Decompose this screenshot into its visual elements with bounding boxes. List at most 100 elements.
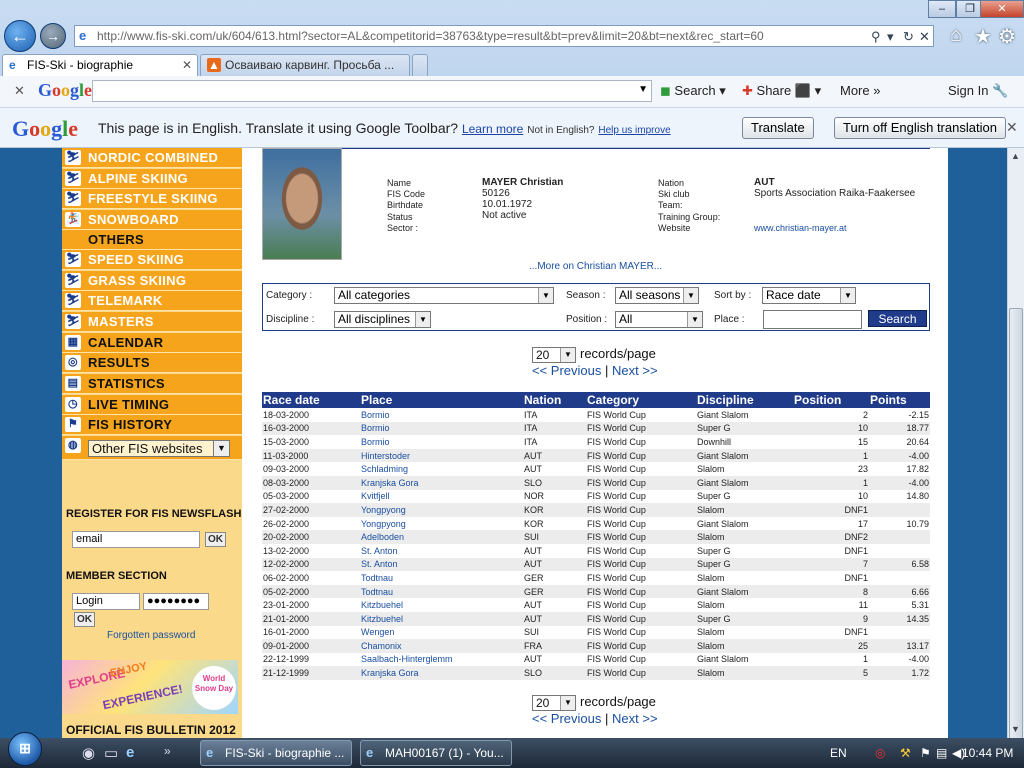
google-search-button[interactable]: ◼ Search ▾ — [660, 83, 726, 99]
menu-calendar[interactable]: ▦ CALENDAR — [62, 333, 242, 353]
dropdown-icon[interactable]: ▾ — [887, 29, 894, 45]
chevron-icon[interactable]: » — [164, 744, 171, 758]
turn-off-translation-button[interactable]: Turn off English translation — [834, 117, 1006, 139]
cell-place[interactable]: Bormio — [360, 435, 523, 449]
task-fis-ski[interactable]: e FIS-Ski - biographie ... — [200, 740, 352, 766]
col-category[interactable]: Category — [586, 392, 696, 408]
menu-freestyle-skiing[interactable]: ⛷ FREESTYLE SKIING — [62, 189, 242, 209]
clock[interactable]: 10:44 PM — [962, 746, 1013, 760]
menu-masters[interactable]: ⛷ MASTERS — [62, 312, 242, 332]
other-fis-websites-select[interactable]: Other FIS websites ▼ — [88, 440, 230, 457]
position-select[interactable]: All ▼ — [615, 311, 703, 328]
cell-place[interactable]: Adelboden — [360, 530, 523, 544]
forward-button[interactable]: → — [40, 23, 66, 49]
cell-place[interactable]: Chamonix — [360, 639, 523, 653]
ie-icon[interactable]: e — [126, 744, 134, 761]
scroll-down-icon[interactable]: ▼ — [1011, 724, 1020, 734]
menu-grass-skiing[interactable]: ⛷ GRASS SKIING — [62, 271, 242, 291]
translate-button[interactable]: Translate — [742, 117, 814, 139]
category-select[interactable]: All categories ▼ — [334, 287, 554, 304]
records-per-page-select[interactable]: 20 ▼ — [532, 694, 576, 711]
cell-place[interactable]: St. Anton — [360, 544, 523, 558]
flag-icon[interactable]: ⚑ — [920, 746, 931, 760]
newsflash-ok-button[interactable]: OK — [205, 532, 226, 547]
cell-place[interactable]: Saalbach-Hinterglemm — [360, 653, 523, 667]
close-tab-icon[interactable]: ✕ — [182, 58, 192, 72]
col-discipline[interactable]: Discipline — [696, 392, 793, 408]
login-ok-button[interactable]: OK — [74, 612, 95, 627]
tools-icon[interactable]: ⚒ — [900, 746, 911, 760]
season-select[interactable]: All seasons ▼ — [615, 287, 699, 304]
cell-place[interactable]: Hinterstoder — [360, 448, 523, 463]
close-toolbar-icon[interactable]: ✕ — [14, 83, 25, 99]
cell-place[interactable]: Bormio — [360, 421, 523, 436]
col-position[interactable]: Position — [793, 392, 869, 408]
menu-nordic-combined[interactable]: ⛷ NORDIC COMBINED — [62, 148, 242, 168]
password-field[interactable]: ●●●●●●●● — [143, 593, 209, 610]
menu-telemark[interactable]: ⛷ TELEMARK — [62, 291, 242, 311]
menu-snowboard[interactable]: 🏂 SNOWBOARD — [62, 210, 242, 230]
refresh-icon[interactable]: ↻ — [903, 29, 914, 45]
chevron-down-icon[interactable]: ▼ — [638, 84, 648, 95]
cell-place[interactable]: Bormio — [360, 408, 523, 422]
athlete-website-link[interactable]: www.christian-mayer.at — [754, 223, 847, 233]
sortby-select[interactable]: Race date ▼ — [762, 287, 856, 304]
search-button[interactable]: Search — [868, 310, 927, 327]
menu-alpine-skiing[interactable]: ⛷ ALPINE SKIING — [62, 169, 242, 189]
menu-fis-history[interactable]: ⚑ FIS HISTORY — [62, 415, 242, 435]
login-field[interactable]: Login — [72, 593, 140, 610]
language-indicator[interactable]: EN — [830, 746, 847, 760]
menu-others[interactable]: OTHERS — [62, 230, 242, 250]
address-bar[interactable]: e http://www.fis-ski.com/uk/604/613.html… — [74, 25, 934, 47]
col-place[interactable]: Place — [360, 392, 523, 408]
discipline-select[interactable]: All disciplines ▼ — [334, 311, 431, 328]
scroll-up-icon[interactable]: ▲ — [1011, 151, 1020, 161]
menu-statistics[interactable]: ▤ STATISTICS — [62, 374, 242, 394]
email-field[interactable]: email — [72, 531, 200, 548]
google-search-input[interactable]: ▼ — [92, 80, 652, 102]
learn-more-link[interactable]: Learn more — [462, 122, 523, 136]
next-link[interactable]: Next >> — [612, 711, 658, 726]
cell-place[interactable]: Kitzbuehel — [360, 598, 523, 612]
cell-place[interactable]: Kvitfjell — [360, 490, 523, 504]
col-nation[interactable]: Nation — [523, 392, 586, 408]
back-button[interactable]: ← — [4, 20, 36, 52]
next-link[interactable]: Next >> — [612, 363, 658, 378]
opera-icon[interactable]: ◎ — [875, 746, 885, 760]
task-youtube[interactable]: e MAH00167 (1) - You... — [360, 740, 512, 766]
new-tab-button[interactable] — [412, 54, 428, 76]
forgotten-password-link[interactable]: Forgotten password — [107, 630, 195, 641]
favorites-star-icon[interactable]: ★ — [974, 24, 992, 49]
more-on-athlete-link[interactable]: ...More on Christian MAYER... — [529, 261, 662, 272]
cell-place[interactable]: Kranjska Gora — [360, 475, 523, 490]
tab-carving[interactable]: ▲ Осваиваю карвинг. Просьба ... — [200, 54, 410, 76]
previous-link[interactable]: << Previous — [532, 711, 601, 726]
menu-live-timing[interactable]: ◷ LIVE TIMING — [62, 395, 242, 415]
cell-place[interactable]: Todtnau — [360, 584, 523, 599]
fis-bulletin-title[interactable]: OFFICIAL FIS BULLETIN 2012 — [66, 723, 236, 737]
world-snow-day-banner[interactable]: EXPLORE ENJOY EXPERIENCE! World Snow Day — [62, 660, 238, 714]
tab-fis-ski[interactable]: e FIS-Ski - biographie ✕ — [2, 54, 198, 76]
col-race-date[interactable]: Race date — [262, 392, 360, 408]
vertical-scrollbar[interactable]: ▲ ▼ — [1007, 148, 1024, 748]
network-icon[interactable]: ▤ — [936, 746, 947, 760]
cell-place[interactable]: Yongpyong — [360, 517, 523, 531]
col-points[interactable]: Points — [869, 392, 930, 408]
cell-place[interactable]: Schladming — [360, 462, 523, 476]
menu-speed-skiing[interactable]: ⛷ SPEED SKIING — [62, 250, 242, 270]
cell-place[interactable]: Wengen — [360, 626, 523, 640]
chrome-icon[interactable]: ◉ — [82, 744, 95, 762]
desktop-icon[interactable]: ▭ — [104, 744, 118, 762]
gear-icon[interactable]: ⚙ — [998, 24, 1016, 49]
start-button[interactable]: ⊞ — [8, 732, 42, 766]
scroll-thumb[interactable] — [1009, 308, 1023, 748]
share-button[interactable]: ✚ Share ⬛ ▾ — [742, 83, 821, 99]
cell-place[interactable]: Todtnau — [360, 571, 523, 585]
close-window-button[interactable]: ✕ — [980, 0, 1024, 18]
cell-place[interactable]: Kranjska Gora — [360, 666, 523, 680]
search-icon[interactable]: ⚲ — [871, 29, 881, 45]
more-button[interactable]: More » — [840, 83, 880, 98]
cell-place[interactable]: Yongpyong — [360, 503, 523, 517]
stop-icon[interactable]: ✕ — [919, 29, 930, 45]
sign-in-button[interactable]: Sign In 🔧 — [948, 83, 1008, 99]
